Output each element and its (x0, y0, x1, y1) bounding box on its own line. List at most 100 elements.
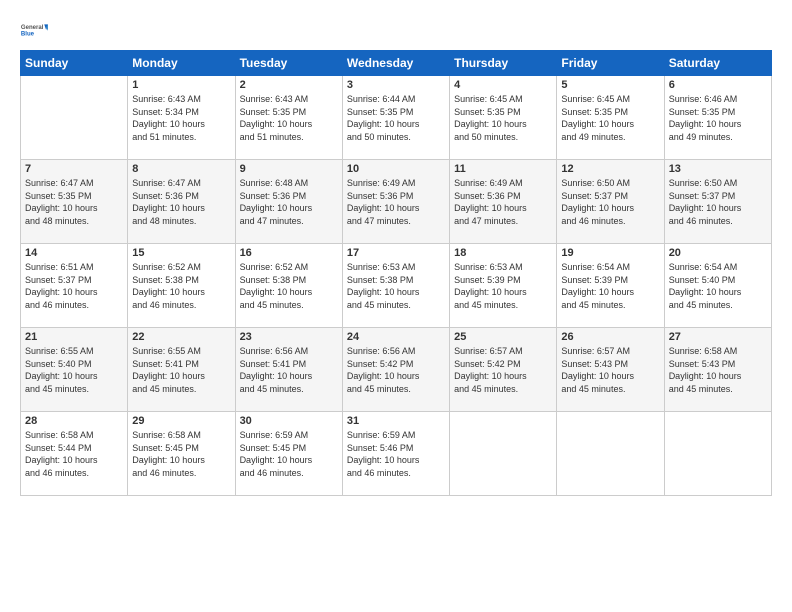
calendar-cell: 17 Sunrise: 6:53 AMSunset: 5:38 PMDayligh… (342, 244, 449, 328)
day-number: 7 (25, 163, 123, 175)
day-number: 16 (240, 247, 338, 259)
calendar-header: SundayMondayTuesdayWednesdayThursdayFrid… (21, 51, 772, 76)
day-number: 17 (347, 247, 445, 259)
day-number: 11 (454, 163, 552, 175)
calendar-cell: 15Sunrise: 6:52 AMSunset: 5:38 PMDayligh… (128, 244, 235, 328)
day-info: Sunrise: 6:47 AMSunset: 5:36 PMDaylight:… (132, 177, 230, 227)
weekday-header-saturday: Saturday (664, 51, 771, 76)
weekday-header-wednesday: Wednesday (342, 51, 449, 76)
day-info: Sunrise: 6:53 AMSunset: 5:39 PMDaylight:… (454, 261, 552, 311)
calendar-cell: 27 Sunrise: 6:58 AMSunset: 5:43 PMDayligh… (664, 328, 771, 412)
day-info: Sunrise: 6:55 AMSunset: 5:41 PMDaylight:… (132, 345, 230, 395)
day-info: Sunrise: 6:53 AMSunset: 5:38 PMDaylight:… (347, 261, 445, 311)
logo: General Blue (20, 16, 50, 44)
calendar-cell: 12 Sunrise: 6:50 AMSunset: 5:37 PMDayligh… (557, 160, 664, 244)
calendar-cell (21, 76, 128, 160)
weekday-header-sunday: Sunday (21, 51, 128, 76)
day-info: Sunrise: 6:56 AMSunset: 5:41 PMDaylight:… (240, 345, 338, 395)
day-number: 22 (132, 331, 230, 343)
day-info: Sunrise: 6:50 AMSunset: 5:37 PMDaylight:… (669, 177, 767, 227)
calendar-cell: 22 Sunrise: 6:55 AMSunset: 5:41 PMDayligh… (128, 328, 235, 412)
logo-icon: General Blue (20, 16, 48, 44)
calendar-cell: 28 Sunrise: 6:58 AMSunset: 5:44 PMDayligh… (21, 412, 128, 496)
day-info: Sunrise: 6:52 AMSunset: 5:38 PMDaylight:… (132, 261, 230, 311)
day-info: Sunrise: 6:49 AMSunset: 5:36 PMDaylight:… (454, 177, 552, 227)
calendar-cell (450, 412, 557, 496)
day-info: Sunrise: 6:45 AMSunset: 5:35 PMDaylight:… (454, 93, 552, 143)
header: General Blue (20, 16, 772, 44)
calendar-cell: 5 Sunrise: 6:45 AMSunset: 5:35 PMDaylight… (557, 76, 664, 160)
calendar-cell: 14 Sunrise: 6:51 AMSunset: 5:37 PMDayligh… (21, 244, 128, 328)
week-row-3: 14 Sunrise: 6:51 AMSunset: 5:37 PMDayligh… (21, 244, 772, 328)
day-info: Sunrise: 6:57 AMSunset: 5:42 PMDaylight:… (454, 345, 552, 395)
weekday-header-monday: Monday (128, 51, 235, 76)
day-number: 13 (669, 163, 767, 175)
day-number: 30 (240, 415, 338, 427)
calendar-cell: 4Sunrise: 6:45 AMSunset: 5:35 PMDaylight… (450, 76, 557, 160)
day-number: 5 (561, 79, 659, 91)
calendar-cell: 11 Sunrise: 6:49 AMSunset: 5:36 PMDayligh… (450, 160, 557, 244)
calendar-cell: 23Sunrise: 6:56 AMSunset: 5:41 PMDayligh… (235, 328, 342, 412)
svg-text:Blue: Blue (21, 32, 35, 38)
weekday-row: SundayMondayTuesdayWednesdayThursdayFrid… (21, 51, 772, 76)
day-number: 3 (347, 79, 445, 91)
day-number: 31 (347, 415, 445, 427)
page: General Blue SundayMondayTuesdayWednesda… (0, 0, 792, 612)
week-row-4: 21 Sunrise: 6:55 AMSunset: 5:40 PMDayligh… (21, 328, 772, 412)
day-info: Sunrise: 6:43 AMSunset: 5:34 PMDaylight:… (132, 93, 230, 143)
calendar-cell: 6Sunrise: 6:46 AMSunset: 5:35 PMDaylight… (664, 76, 771, 160)
calendar-cell: 9 Sunrise: 6:48 AMSunset: 5:36 PMDaylight… (235, 160, 342, 244)
calendar-cell: 7 Sunrise: 6:47 AMSunset: 5:35 PMDaylight… (21, 160, 128, 244)
calendar-cell: 13 Sunrise: 6:50 AMSunset: 5:37 PMDayligh… (664, 160, 771, 244)
day-info: Sunrise: 6:46 AMSunset: 5:35 PMDaylight:… (669, 93, 767, 143)
day-info: Sunrise: 6:55 AMSunset: 5:40 PMDaylight:… (25, 345, 123, 395)
day-info: Sunrise: 6:58 AMSunset: 5:43 PMDaylight:… (669, 345, 767, 395)
calendar-cell: 1 Sunrise: 6:43 AMSunset: 5:34 PMDaylight… (128, 76, 235, 160)
day-number: 12 (561, 163, 659, 175)
calendar-table: SundayMondayTuesdayWednesdayThursdayFrid… (20, 50, 772, 496)
weekday-header-friday: Friday (557, 51, 664, 76)
weekday-header-tuesday: Tuesday (235, 51, 342, 76)
day-number: 8 (132, 163, 230, 175)
weekday-header-thursday: Thursday (450, 51, 557, 76)
day-info: Sunrise: 6:56 AMSunset: 5:42 PMDaylight:… (347, 345, 445, 395)
week-row-2: 7 Sunrise: 6:47 AMSunset: 5:35 PMDaylight… (21, 160, 772, 244)
day-info: Sunrise: 6:59 AMSunset: 5:46 PMDaylight:… (347, 429, 445, 479)
week-row-5: 28 Sunrise: 6:58 AMSunset: 5:44 PMDayligh… (21, 412, 772, 496)
day-info: Sunrise: 6:47 AMSunset: 5:35 PMDaylight:… (25, 177, 123, 227)
day-info: Sunrise: 6:51 AMSunset: 5:37 PMDaylight:… (25, 261, 123, 311)
calendar-cell: 31 Sunrise: 6:59 AMSunset: 5:46 PMDayligh… (342, 412, 449, 496)
day-number: 24 (347, 331, 445, 343)
day-number: 2 (240, 79, 338, 91)
day-number: 1 (132, 79, 230, 91)
day-number: 29 (132, 415, 230, 427)
day-info: Sunrise: 6:48 AMSunset: 5:36 PMDaylight:… (240, 177, 338, 227)
calendar-cell: 24 Sunrise: 6:56 AMSunset: 5:42 PMDayligh… (342, 328, 449, 412)
calendar-cell: 19Sunrise: 6:54 AMSunset: 5:39 PMDayligh… (557, 244, 664, 328)
day-number: 10 (347, 163, 445, 175)
calendar-cell: 25 Sunrise: 6:57 AMSunset: 5:42 PMDayligh… (450, 328, 557, 412)
day-info: Sunrise: 6:49 AMSunset: 5:36 PMDaylight:… (347, 177, 445, 227)
day-info: Sunrise: 6:44 AMSunset: 5:35 PMDaylight:… (347, 93, 445, 143)
day-number: 28 (25, 415, 123, 427)
day-number: 14 (25, 247, 123, 259)
day-number: 26 (561, 331, 659, 343)
day-info: Sunrise: 6:50 AMSunset: 5:37 PMDaylight:… (561, 177, 659, 227)
week-row-1: 1 Sunrise: 6:43 AMSunset: 5:34 PMDaylight… (21, 76, 772, 160)
day-info: Sunrise: 6:59 AMSunset: 5:45 PMDaylight:… (240, 429, 338, 479)
day-info: Sunrise: 6:43 AMSunset: 5:35 PMDaylight:… (240, 93, 338, 143)
day-number: 9 (240, 163, 338, 175)
calendar-cell: 21 Sunrise: 6:55 AMSunset: 5:40 PMDayligh… (21, 328, 128, 412)
calendar-cell: 18 Sunrise: 6:53 AMSunset: 5:39 PMDayligh… (450, 244, 557, 328)
calendar-cell: 3 Sunrise: 6:44 AMSunset: 5:35 PMDaylight… (342, 76, 449, 160)
day-number: 21 (25, 331, 123, 343)
day-number: 27 (669, 331, 767, 343)
calendar-cell: 29Sunrise: 6:58 AMSunset: 5:45 PMDayligh… (128, 412, 235, 496)
day-number: 19 (561, 247, 659, 259)
day-info: Sunrise: 6:58 AMSunset: 5:44 PMDaylight:… (25, 429, 123, 479)
calendar-cell: 2 Sunrise: 6:43 AMSunset: 5:35 PMDaylight… (235, 76, 342, 160)
day-number: 18 (454, 247, 552, 259)
day-info: Sunrise: 6:52 AMSunset: 5:38 PMDaylight:… (240, 261, 338, 311)
day-info: Sunrise: 6:45 AMSunset: 5:35 PMDaylight:… (561, 93, 659, 143)
day-number: 25 (454, 331, 552, 343)
